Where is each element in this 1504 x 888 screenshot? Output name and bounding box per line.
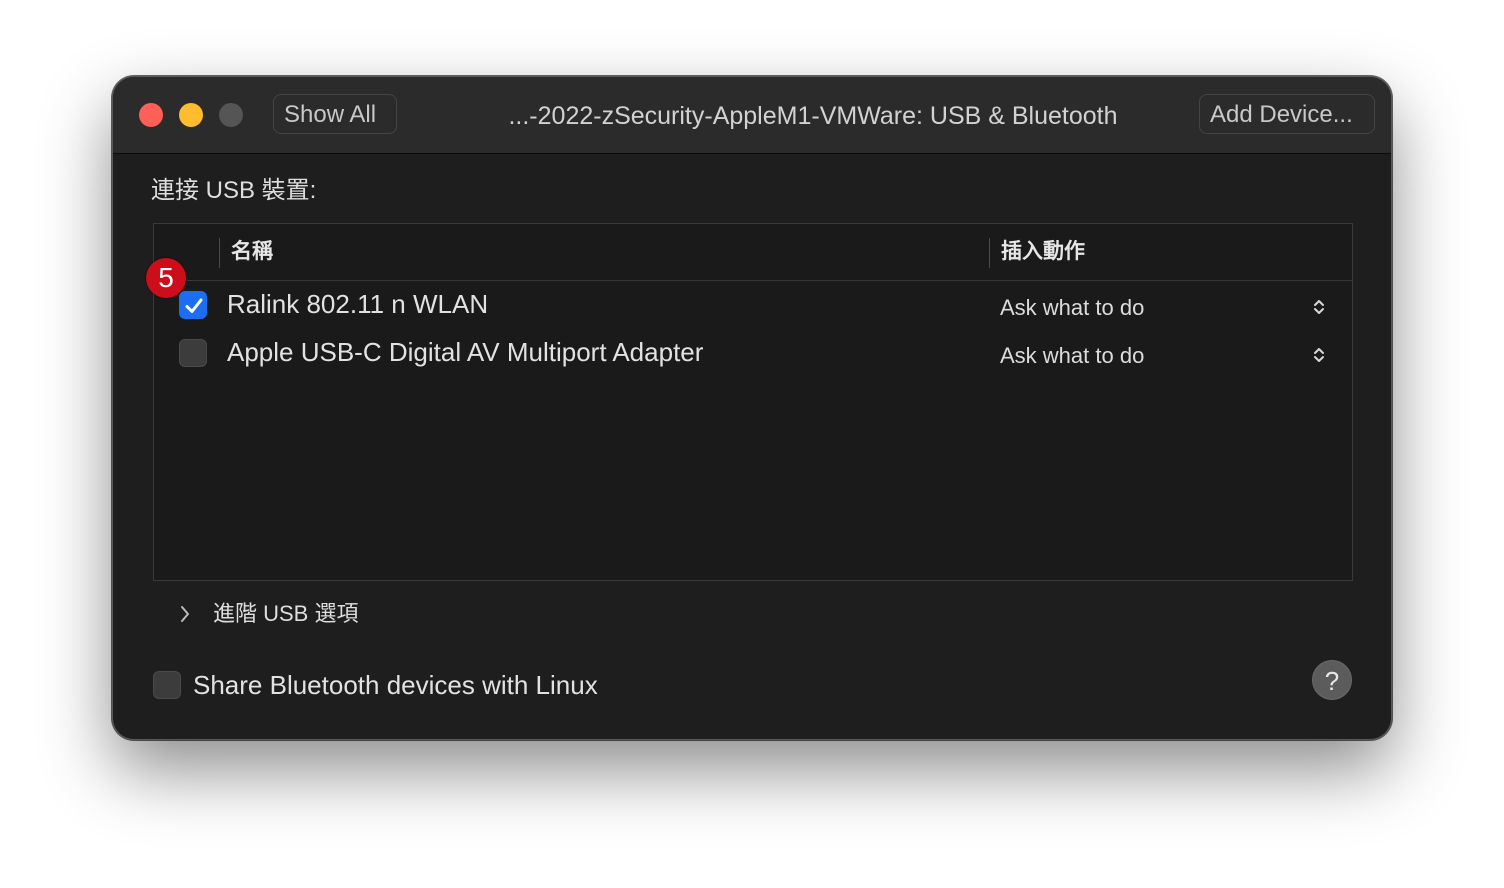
zoom-icon[interactable] (219, 103, 243, 127)
column-header-action[interactable]: 插入動作 (1001, 236, 1085, 268)
chevron-right-icon[interactable] (179, 605, 191, 623)
device-name: Ralink 802.11 n WLAN (227, 289, 489, 319)
help-icon[interactable]: ? (1312, 660, 1352, 700)
add-device-button[interactable]: Add Device... (1199, 94, 1375, 134)
share-bluetooth-checkbox[interactable] (153, 671, 181, 699)
show-all-button[interactable]: Show All (273, 94, 397, 134)
usb-section-label: 連接 USB 裝置: (151, 177, 317, 204)
window-title: ...-2022-zSecurity-AppleM1-VMWare: USB &… (508, 102, 1118, 130)
device-action-select[interactable]: Ask what to do (1000, 341, 1144, 371)
column-header-name[interactable]: 名稱 (231, 236, 273, 268)
settings-window: Show All ...-2022-zSecurity-AppleM1-VMWa… (112, 76, 1392, 740)
column-separator (219, 238, 220, 268)
column-separator (989, 238, 990, 268)
device-name: Apple USB-C Digital AV Multiport Adapter (227, 337, 704, 367)
step-number-badge: 5 (146, 258, 186, 298)
table-row[interactable]: Apple USB-C Digital AV Multiport Adapter… (154, 329, 1352, 377)
checkmark-icon (185, 298, 203, 313)
table-row[interactable]: Ralink 802.11 n WLAN Ask what to do (154, 281, 1352, 329)
title-bar: Show All ...-2022-zSecurity-AppleM1-VMWa… (113, 77, 1391, 154)
device-checkbox-apple-adapter[interactable] (179, 339, 207, 367)
minimize-icon[interactable] (179, 103, 203, 127)
device-checkbox-ralink[interactable] (179, 291, 207, 319)
updown-arrows-icon[interactable] (1312, 345, 1326, 365)
advanced-usb-label[interactable]: 進階 USB 選項 (213, 597, 358, 631)
table-header: 名稱 插入動作 (154, 224, 1352, 281)
updown-arrows-icon[interactable] (1312, 297, 1326, 317)
close-icon[interactable] (139, 103, 163, 127)
share-bluetooth-label[interactable]: Share Bluetooth devices with Linux (193, 667, 598, 703)
device-action-select[interactable]: Ask what to do (1000, 293, 1144, 323)
usb-device-table: 名稱 插入動作 Ralink 802.11 n WLAN Ask what to… (153, 223, 1353, 581)
